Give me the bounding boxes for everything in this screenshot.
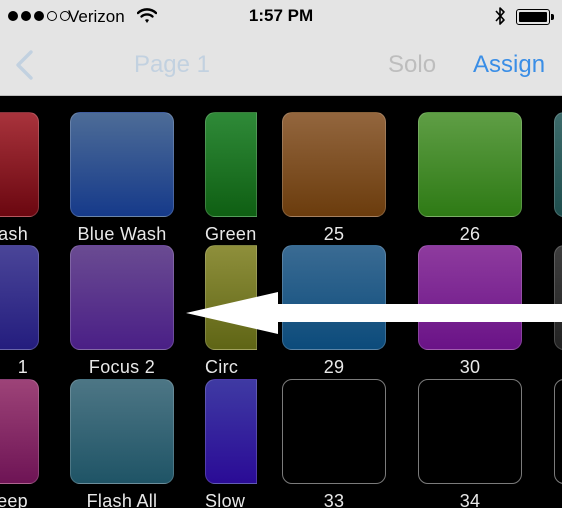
- navigation-bar: Page 1 Solo Assign: [0, 34, 562, 96]
- chevron-left-icon: [16, 50, 33, 80]
- swipe-left-arrow: [186, 292, 562, 334]
- page-title[interactable]: Page 1: [122, 51, 222, 79]
- bluetooth-icon: [494, 5, 506, 32]
- pad-grid: ash Blue Wash Green 25 26 1 Focus 2 Circ 29 30 eep…: [0, 97, 562, 508]
- back-button[interactable]: [8, 48, 40, 82]
- assign-button[interactable]: Assign: [473, 51, 545, 79]
- battery-icon: [516, 9, 554, 25]
- solo-button[interactable]: Solo: [388, 51, 436, 79]
- clock: 1:57 PM: [248, 6, 314, 25]
- status-bar: Verizon 1:57 PM: [0, 0, 562, 34]
